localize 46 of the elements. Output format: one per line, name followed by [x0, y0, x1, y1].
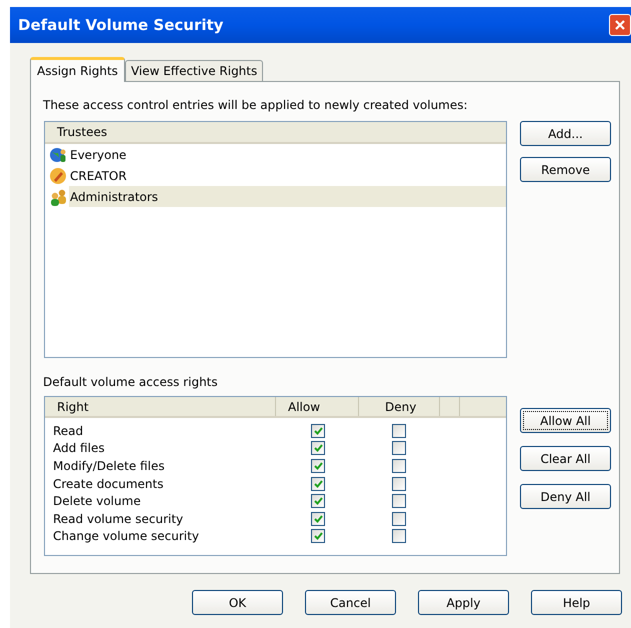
dialog-button[interactable]: OK: [192, 590, 283, 615]
checkbox[interactable]: [392, 424, 406, 438]
dialog-button[interactable]: Apply: [418, 590, 509, 615]
column-header: Trustees: [45, 122, 506, 144]
checkbox[interactable]: [311, 529, 325, 544]
column-header: Deny: [359, 397, 440, 416]
right-name: Create documents: [53, 476, 164, 491]
dialog-button[interactable]: Cancel: [305, 590, 396, 615]
action-button[interactable]: Add...: [520, 121, 611, 146]
checkbox[interactable]: [392, 458, 406, 473]
checkbox[interactable]: [392, 512, 406, 526]
pencil-icon: [49, 166, 69, 184]
action-button[interactable]: Deny All: [520, 484, 611, 509]
checkbox[interactable]: [392, 441, 406, 456]
window-title: Default Volume Security: [18, 14, 224, 36]
right-name: Read: [53, 424, 84, 438]
trustee-item[interactable]: CREATOR: [69, 165, 506, 186]
trustee-item[interactable]: Administrators: [69, 186, 506, 207]
right-name: Modify/Delete files: [53, 458, 165, 473]
close-button[interactable]: [609, 14, 631, 36]
checkbox[interactable]: [311, 441, 325, 456]
right-name: Delete volume: [53, 494, 141, 508]
dialog-button[interactable]: Help: [531, 590, 622, 615]
section-label: Default volume access rights: [43, 375, 218, 389]
action-button[interactable]: Clear All: [520, 446, 611, 471]
right-name: Add files: [53, 441, 105, 456]
tab[interactable]: View Effective Rights: [124, 60, 264, 81]
checkbox[interactable]: [311, 494, 325, 508]
action-button[interactable]: Remove: [520, 157, 611, 182]
close-icon: [614, 19, 626, 31]
right-name: Read volume security: [53, 512, 184, 526]
intro-text: These access control entries will be applied to newly created volumes:: [43, 98, 468, 112]
users-icon: [49, 188, 69, 206]
tab[interactable]: Assign Rights: [30, 57, 125, 82]
action-button[interactable]: Allow All: [520, 408, 611, 433]
checkbox[interactable]: [311, 512, 325, 526]
checkbox[interactable]: [392, 476, 406, 491]
column-header: Allow: [276, 397, 359, 416]
checkbox[interactable]: [311, 424, 325, 438]
right-name: Change volume security: [53, 529, 199, 544]
trustee-item[interactable]: Everyone: [69, 144, 506, 165]
checkbox[interactable]: [311, 476, 325, 491]
checkbox[interactable]: [392, 494, 406, 508]
column-header: Right: [45, 397, 276, 416]
checkbox[interactable]: [392, 529, 406, 544]
checkbox[interactable]: [311, 458, 325, 473]
